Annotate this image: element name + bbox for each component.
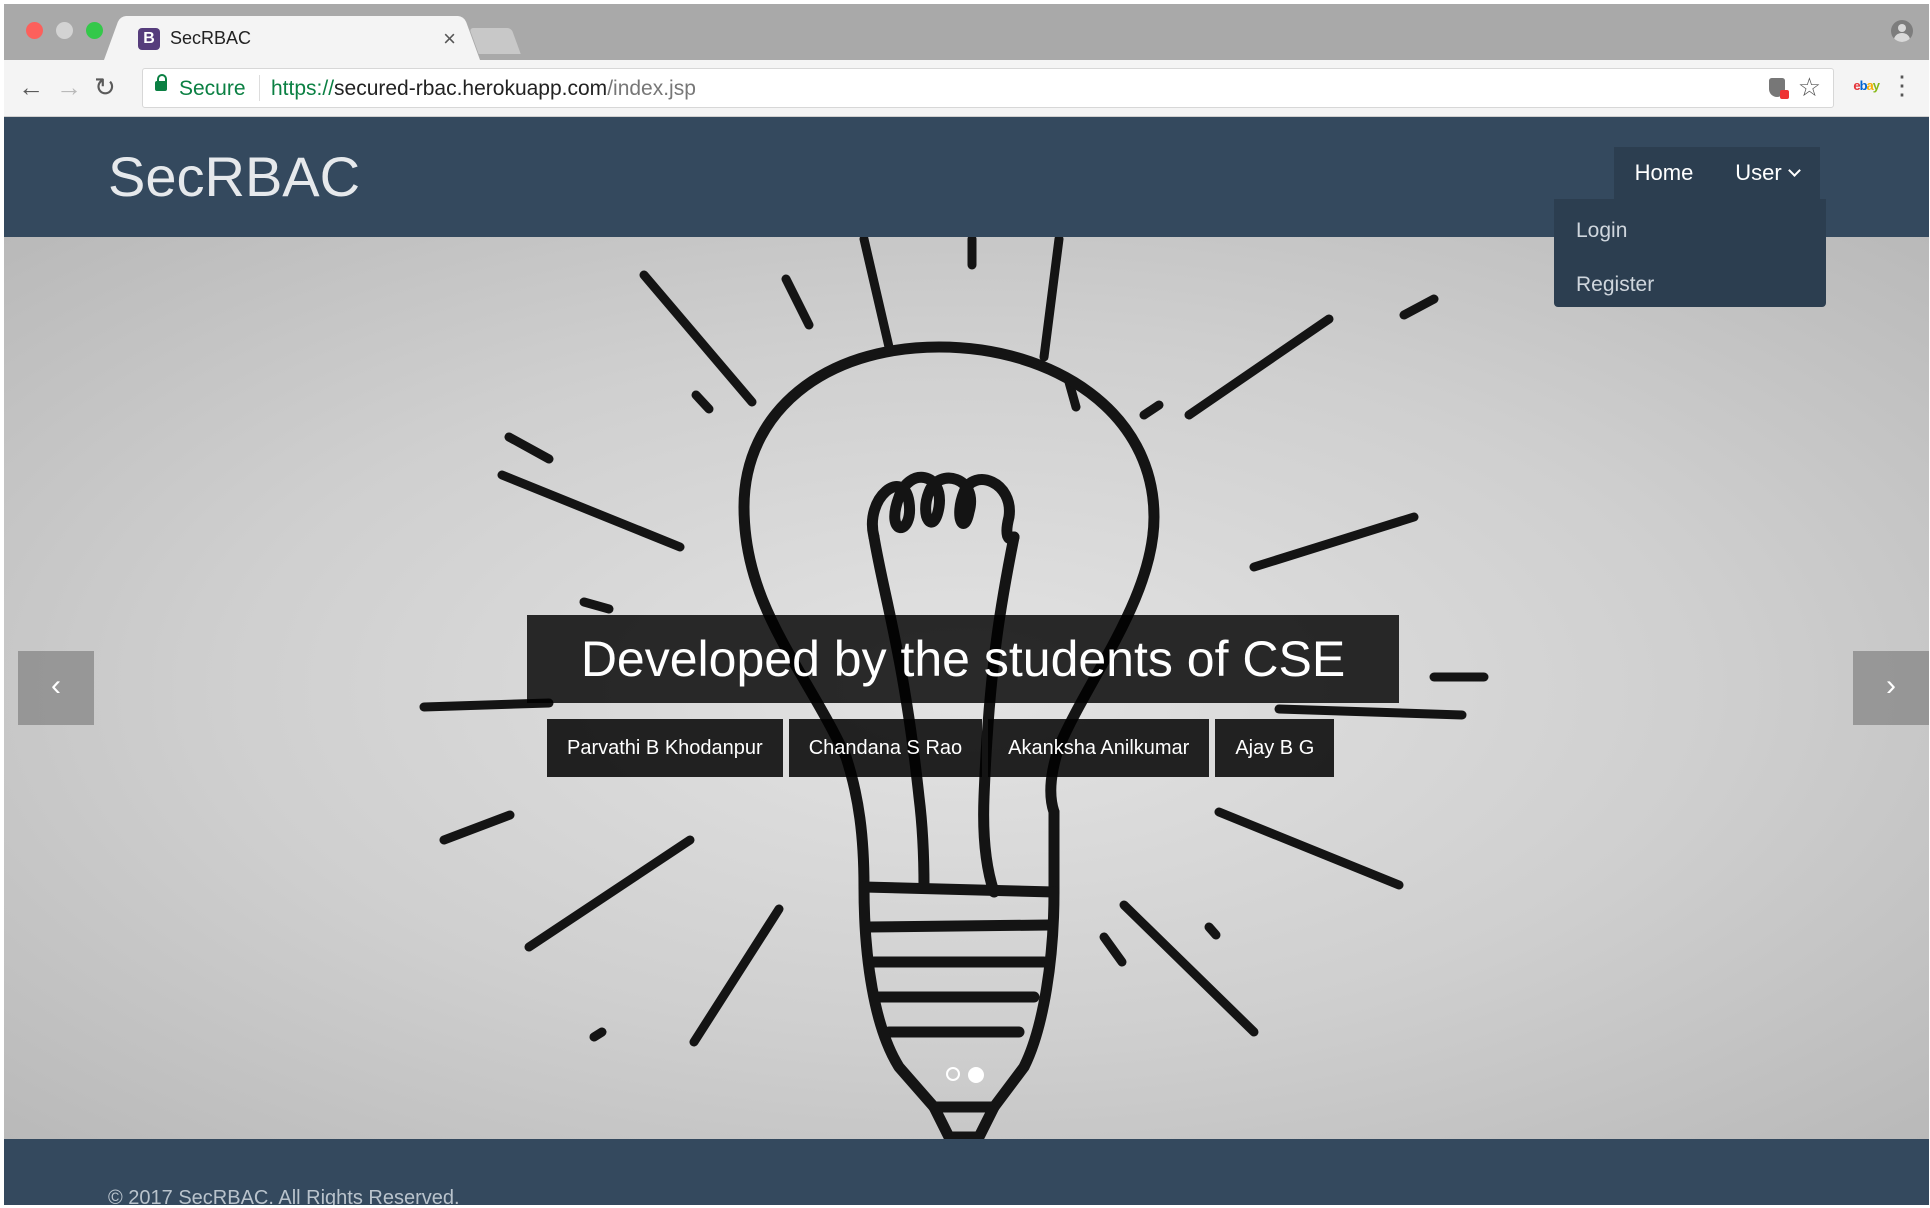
maximize-window-button[interactable]: [86, 22, 103, 39]
dropdown-item-register[interactable]: Register: [1576, 273, 1654, 297]
url-host: secured-rbac.herokuapp.com: [334, 77, 608, 100]
nav-user-dropdown-toggle[interactable]: User: [1714, 147, 1820, 199]
browser-menu-icon[interactable]: ⋮: [1889, 72, 1915, 98]
carousel-indicator[interactable]: [946, 1067, 960, 1081]
bookmark-star-icon[interactable]: ☆: [1798, 72, 1821, 103]
close-window-button[interactable]: [26, 22, 43, 39]
carousel-next-button[interactable]: ›: [1853, 651, 1929, 725]
forward-arrow-icon[interactable]: →: [56, 72, 82, 102]
user-dropdown-menu: Login Register: [1554, 199, 1826, 307]
bootstrap-favicon-icon: B: [138, 28, 160, 50]
url-separator: [259, 75, 260, 101]
carousel-indicators: [946, 1067, 984, 1083]
new-tab-button[interactable]: [469, 28, 521, 54]
dropdown-item-login[interactable]: Login: [1576, 219, 1627, 243]
tab-close-icon[interactable]: ×: [443, 26, 456, 52]
chevron-right-icon: ›: [1886, 669, 1896, 702]
nav-home-link[interactable]: Home: [1614, 147, 1714, 199]
copyright-text: © 2017 SecRBAC. All Rights Reserved.: [108, 1187, 460, 1205]
tab-title: SecRBAC: [170, 28, 252, 48]
credits-list: Parvathi B Khodanpur Chandana S Rao Akan…: [547, 719, 1335, 777]
ebay-extension-icon[interactable]: ebay: [1853, 78, 1880, 93]
reload-icon[interactable]: ↻: [94, 72, 116, 102]
profile-icon[interactable]: [1891, 20, 1913, 42]
carousel-caption-title: Developed by the students of CSE: [527, 615, 1399, 703]
url-text[interactable]: https://secured-rbac.herokuapp.com/index…: [271, 77, 696, 101]
web-page: SecRBAC Home User Login Register Develop…: [4, 117, 1929, 1205]
back-arrow-icon[interactable]: ←: [18, 72, 44, 102]
site-brand[interactable]: SecRBAC: [108, 144, 360, 209]
carousel-prev-button[interactable]: ‹: [18, 651, 94, 725]
credit-badge: Parvathi B Khodanpur: [547, 719, 783, 777]
credit-badge: Akanksha Anilkumar: [988, 719, 1210, 777]
carousel-indicator-active[interactable]: [968, 1067, 984, 1083]
minimize-window-button[interactable]: [56, 22, 73, 39]
url-scheme: https://: [271, 77, 335, 100]
site-footer: © 2017 SecRBAC. All Rights Reserved.: [4, 1139, 1929, 1205]
nav-user-label: User: [1735, 160, 1782, 185]
secure-label: Secure: [179, 77, 246, 100]
tab-bar: B SecRBAC ×: [4, 4, 1929, 60]
credit-badge: Chandana S Rao: [788, 719, 983, 777]
browser-toolbar: ← → ↻ Secure https://secured-rbac.heroku…: [4, 60, 1929, 117]
site-settings-shield-icon[interactable]: [1769, 78, 1789, 99]
address-bar[interactable]: Secure https://secured-rbac.herokuapp.co…: [142, 68, 1834, 108]
browser-window: B SecRBAC × ← → ↻ Secure https://secured…: [4, 4, 1929, 1205]
hero-carousel: Developed by the students of CSE Parvath…: [4, 237, 1929, 1139]
lock-icon: [155, 74, 167, 91]
chevron-left-icon: ‹: [51, 669, 61, 702]
chevron-down-icon: [1787, 164, 1801, 177]
url-path: /index.jsp: [607, 77, 696, 100]
credit-badge: Ajay B G: [1215, 719, 1335, 777]
browser-tab[interactable]: B SecRBAC ×: [122, 16, 462, 60]
